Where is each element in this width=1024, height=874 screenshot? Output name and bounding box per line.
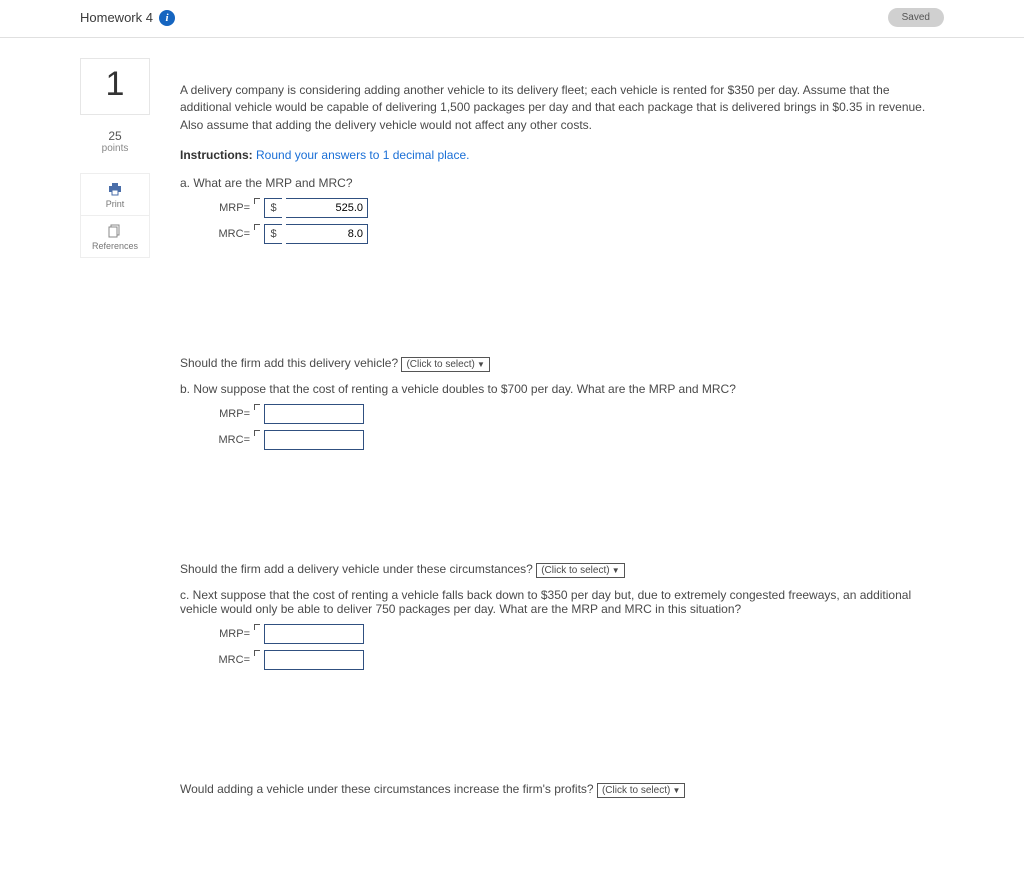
sidebar: 1 25 points Print References	[80, 58, 150, 804]
corner-marker	[254, 624, 260, 644]
references-label: References	[92, 241, 138, 251]
part-c-prompt: c. Next suppose that the cost of renting…	[180, 588, 944, 616]
corner-marker	[254, 224, 260, 244]
mrp-label: MRP=	[210, 628, 250, 640]
instructions-text: Round your answers to 1 decimal place.	[256, 148, 469, 162]
part-c-followup: Would adding a vehicle under these circu…	[180, 782, 944, 798]
question-content: A delivery company is considering adding…	[180, 58, 944, 804]
printer-icon	[107, 182, 123, 196]
part-b-followup: Should the firm add a delivery vehicle u…	[180, 562, 944, 578]
part-a-mrp-input[interactable]	[286, 198, 368, 218]
info-icon[interactable]: i	[159, 10, 175, 26]
question-number-card: 1	[80, 58, 150, 115]
corner-marker	[254, 430, 260, 450]
mrp-label: MRP=	[210, 408, 250, 420]
points-value: 25	[80, 129, 150, 143]
part-b-mrc-input[interactable]	[264, 430, 364, 450]
mrc-label: MRC=	[210, 654, 250, 666]
part-b-select[interactable]: (Click to select)	[536, 563, 625, 578]
part-a-select[interactable]: (Click to select)	[401, 357, 490, 372]
part-a-prompt: a. What are the MRP and MRC?	[180, 176, 944, 190]
mrc-label: MRC=	[210, 434, 250, 446]
part-b-mrc-row: MRC=	[210, 430, 944, 450]
part-a-followup-text: Should the firm add this delivery vehicl…	[180, 356, 398, 370]
saved-status: Saved	[888, 8, 944, 27]
currency-symbol: $	[264, 198, 282, 218]
copy-icon	[108, 224, 122, 238]
question-intro: A delivery company is considering adding…	[180, 82, 944, 134]
part-c-mrp-row: MRP=	[210, 624, 944, 644]
part-c-mrc-row: MRC=	[210, 650, 944, 670]
part-c-mrc-input[interactable]	[264, 650, 364, 670]
currency-symbol: $	[264, 224, 282, 244]
instructions: Instructions: Round your answers to 1 de…	[180, 148, 944, 162]
corner-marker	[254, 404, 260, 424]
part-b-prompt: b. Now suppose that the cost of renting …	[180, 382, 944, 396]
instructions-label: Instructions:	[180, 148, 253, 162]
part-c-followup-text: Would adding a vehicle under these circu…	[180, 782, 594, 796]
part-b-mrp-input[interactable]	[264, 404, 364, 424]
corner-marker	[254, 650, 260, 670]
assignment-title-wrap: Homework 4 i	[80, 10, 175, 26]
print-button[interactable]: Print	[80, 173, 150, 216]
corner-marker	[254, 198, 260, 218]
part-a-mrp-row: MRP= $	[210, 198, 944, 218]
part-c-select[interactable]: (Click to select)	[597, 783, 686, 798]
page-body: 1 25 points Print References A delivery …	[0, 38, 1024, 824]
part-a-mrc-input[interactable]	[286, 224, 368, 244]
references-button[interactable]: References	[80, 215, 150, 258]
assignment-title: Homework 4	[80, 10, 153, 25]
top-bar: Homework 4 i Saved	[0, 0, 1024, 38]
part-b-followup-text: Should the firm add a delivery vehicle u…	[180, 562, 533, 576]
mrp-label: MRP=	[210, 202, 250, 214]
part-a-mrc-row: MRC= $	[210, 224, 944, 244]
part-b-mrp-row: MRP=	[210, 404, 944, 424]
part-a-followup: Should the firm add this delivery vehicl…	[180, 356, 944, 372]
mrc-label: MRC=	[210, 228, 250, 240]
part-c-mrp-input[interactable]	[264, 624, 364, 644]
print-label: Print	[106, 199, 125, 209]
points-label: points	[80, 143, 150, 154]
